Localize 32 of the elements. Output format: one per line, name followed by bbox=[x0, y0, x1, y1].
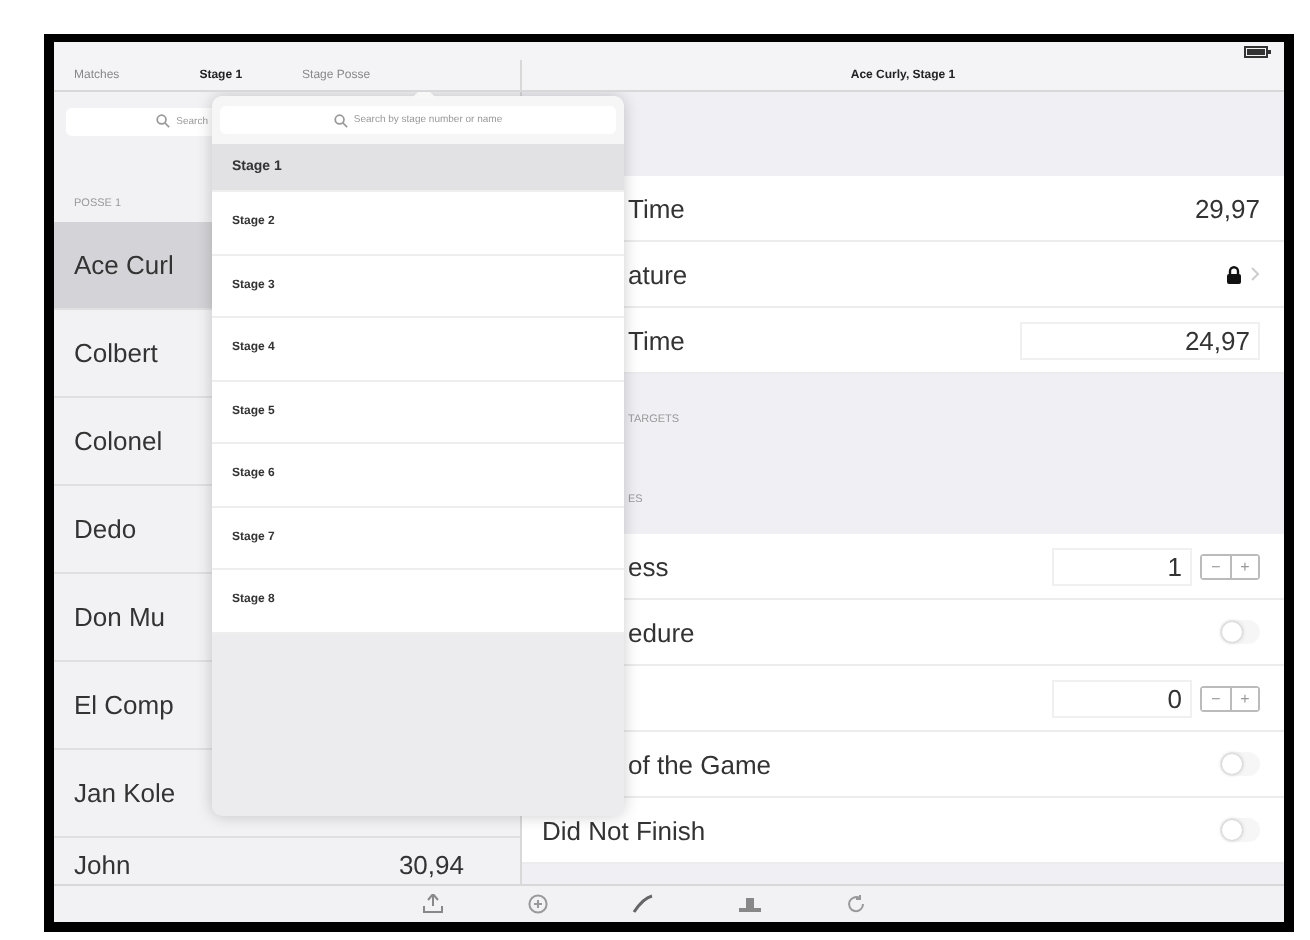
battery-icon bbox=[1244, 45, 1272, 57]
row-label: Did Not Finish bbox=[542, 815, 706, 845]
count-field[interactable]: 0 bbox=[1052, 679, 1192, 717]
toggle-switch[interactable] bbox=[1220, 818, 1260, 842]
pen-icon[interactable] bbox=[632, 894, 654, 914]
shooter-name: Colbert bbox=[74, 338, 158, 368]
add-circle-icon[interactable] bbox=[528, 894, 548, 914]
time-field[interactable]: 24,97 bbox=[1020, 321, 1260, 359]
shooter-name: Dedo bbox=[74, 514, 137, 544]
time-value: 29,97 bbox=[1194, 193, 1260, 223]
shooter-name: El Comp bbox=[74, 690, 174, 720]
shooter-name: John bbox=[74, 850, 131, 880]
row-label: Time bbox=[628, 193, 685, 223]
row-label: edure bbox=[628, 617, 695, 647]
shooter-name: Jan Kole bbox=[74, 778, 176, 808]
refresh-icon[interactable] bbox=[846, 894, 866, 914]
shooter-name: Colonel bbox=[74, 426, 163, 456]
row-label: Time bbox=[628, 325, 685, 355]
toggle-switch[interactable] bbox=[1220, 620, 1260, 644]
search-icon bbox=[333, 113, 348, 127]
shooter-name: Ace Curl bbox=[74, 250, 174, 280]
shooter-name: Don Mu bbox=[74, 602, 166, 632]
toggle-switch[interactable] bbox=[1220, 752, 1260, 776]
shooter-time: 30,94 bbox=[398, 850, 464, 880]
row-label: ature bbox=[628, 259, 688, 289]
chevron-icon[interactable] bbox=[1250, 266, 1260, 282]
count-field[interactable]: 1 bbox=[1052, 547, 1192, 585]
row-label: of the Game bbox=[628, 749, 772, 779]
lock-icon bbox=[1226, 265, 1242, 283]
search-icon bbox=[156, 114, 171, 128]
tray-icon[interactable] bbox=[422, 894, 444, 914]
row-label: ess bbox=[628, 551, 669, 581]
